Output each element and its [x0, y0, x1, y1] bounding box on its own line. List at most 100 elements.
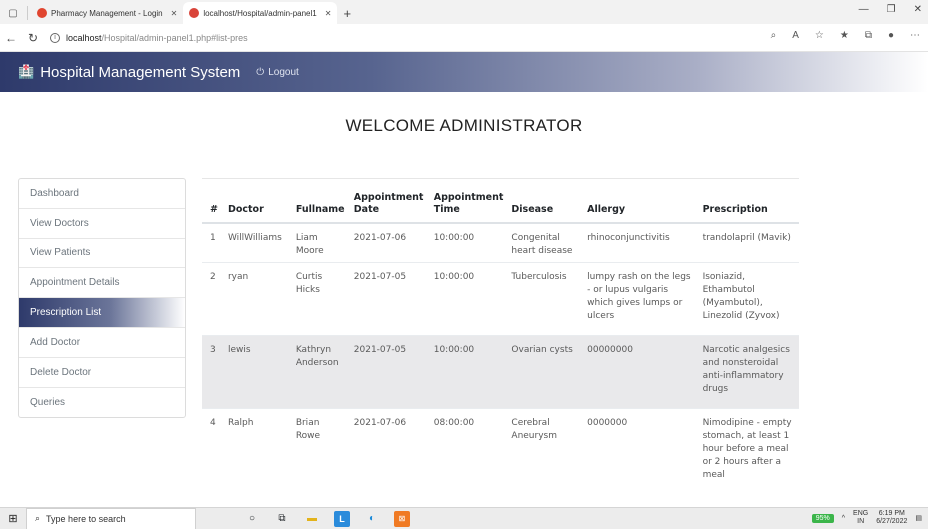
app-l-icon[interactable]: L — [334, 510, 350, 527]
table-cell: 4 — [202, 408, 224, 495]
table-cell: Liam Moore — [291, 222, 350, 263]
close-tab-icon[interactable]: ✕ — [171, 9, 178, 18]
browser-tab-hospital[interactable]: localhost/Hospital/admin-panel1 ✕ — [183, 2, 338, 24]
favorite-icon[interactable]: ☆ — [815, 30, 824, 41]
info-icon[interactable]: i — [50, 32, 60, 43]
url-field[interactable]: i localhost/Hospital/admin-panel1.php#li… — [50, 32, 248, 43]
hospital-icon: 🏥 — [18, 64, 35, 79]
table-cell: WillWilliams — [223, 222, 292, 263]
task-view-icon[interactable]: ⧉ — [274, 511, 290, 527]
logout-link[interactable]: ⏻ Logout — [256, 67, 299, 78]
sidebar: Dashboard View Doctors View Patients App… — [18, 178, 186, 419]
column-header: Disease — [507, 178, 584, 224]
browser-toolbar: ⌕ A ☆ ★ ⧉ ● ⋯ — [771, 30, 920, 41]
search-icon: ⌕ — [35, 513, 41, 523]
table-row: 2 ryan Curtis Hicks 2021-07-05 10:00:00 … — [202, 262, 799, 336]
sidebar-item-dashboard[interactable]: Dashboard — [19, 179, 185, 209]
table-cell: 10:00:00 — [429, 262, 508, 336]
sidebar-item-delete-doctor[interactable]: Delete Doctor — [19, 358, 185, 388]
xampp-icon[interactable]: ⊠ — [394, 510, 410, 527]
column-header: Allergy — [583, 178, 699, 224]
clock-date: 6/27/2022 — [876, 518, 908, 526]
system-tray: 95% ^ ENG IN 6:19 PM 6/27/2022 ▤ — [811, 510, 922, 526]
column-header: Appointment Time — [429, 178, 508, 224]
table-cell: 10:00:00 — [429, 222, 508, 263]
windows-start-icon[interactable]: ⊞ — [0, 512, 26, 525]
table-cell: trandolapril (Mavik) — [698, 222, 799, 263]
more-icon[interactable]: ⋯ — [910, 30, 920, 41]
table-cell: 10:00:00 — [429, 335, 508, 409]
column-header: Prescription — [698, 178, 799, 224]
table-cell: 0000000 — [583, 408, 699, 495]
brand[interactable]: 🏥 Hospital Management System — [18, 64, 240, 81]
new-tab-button[interactable]: + — [343, 6, 351, 21]
close-tab-icon[interactable]: ✕ — [325, 9, 332, 18]
close-window-icon[interactable]: ✕ — [914, 4, 922, 15]
hospital-favicon-icon — [189, 8, 200, 18]
battery-indicator[interactable]: 95% — [811, 513, 834, 523]
cortana-icon[interactable]: ○ — [244, 511, 260, 527]
table-cell: Narcotic analgesics and nonsteroidal ant… — [698, 335, 799, 409]
edge-browser-icon[interactable]: ◐ — [364, 511, 380, 527]
profile-icon[interactable]: ● — [888, 30, 894, 41]
sidebar-item-view-patients[interactable]: View Patients — [19, 239, 185, 269]
table-header-row: # Doctor Fullname Appointment Date Appoi… — [202, 178, 799, 224]
minimize-icon[interactable]: — — [859, 4, 869, 15]
prescription-table-container: # Doctor Fullname Appointment Date Appoi… — [202, 178, 799, 495]
region-code: IN — [857, 518, 865, 526]
table-cell: Ovarian cysts — [507, 335, 584, 409]
table-cell: 2021-07-06 — [349, 222, 430, 263]
table-cell: Congenital heart disease — [507, 222, 584, 263]
taskbar-apps: ○ ⧉ ▬ L ◐ ⊠ — [244, 510, 410, 527]
table-cell: Cerebral Aneurysm — [507, 408, 584, 495]
sidebar-item-prescription-list[interactable]: Prescription List — [19, 298, 185, 328]
logout-label: Logout — [268, 66, 299, 78]
search-page-icon[interactable]: ⌕ — [771, 30, 777, 41]
refresh-icon[interactable]: ↻ — [22, 31, 44, 45]
browser-tab-title: localhost/Hospital/admin-panel1 — [203, 8, 317, 18]
restore-icon[interactable]: ❐ — [887, 4, 896, 15]
collections-icon[interactable]: ⧉ — [865, 30, 872, 41]
sidebar-item-view-doctors[interactable]: View Doctors — [19, 209, 185, 239]
app-navbar: 🏥 Hospital Management System ⏻ Logout — [0, 52, 928, 92]
power-icon: ⏻ — [256, 66, 265, 78]
table-cell: Isoniazid, Ethambutol (Myambutol), Linez… — [698, 262, 799, 336]
taskbar-search-input[interactable]: ⌕ Type here to search — [26, 507, 196, 529]
table-cell: Ralph — [223, 408, 292, 495]
table-cell: 08:00:00 — [429, 408, 508, 495]
chevron-up-icon[interactable]: ^ — [842, 515, 845, 522]
clock[interactable]: 6:19 PM 6/27/2022 — [876, 510, 907, 526]
table-row: 4 Ralph Brian Rowe 2021-07-06 08:00:00 C… — [202, 408, 799, 495]
notification-icon[interactable]: ▤ — [915, 514, 922, 522]
table-cell: 1 — [202, 222, 224, 263]
table-cell: 2021-07-06 — [349, 408, 430, 495]
browser-tab-pharmacy[interactable]: Pharmacy Management - Login ✕ — [31, 2, 183, 24]
language-indicator[interactable]: ENG IN — [853, 510, 868, 526]
table-cell: 2021-07-05 — [349, 262, 430, 336]
read-aloud-icon[interactable]: A — [792, 30, 799, 41]
browser-tab-bar: ▢ Pharmacy Management - Login ✕ localhos… — [0, 0, 928, 24]
prescription-table: # Doctor Fullname Appointment Date Appoi… — [202, 178, 799, 495]
back-icon[interactable]: ← — [0, 31, 22, 45]
table-cell: Tuberculosis — [507, 262, 584, 336]
column-header: Fullname — [291, 178, 350, 224]
file-explorer-icon[interactable]: ▬ — [304, 511, 320, 527]
address-bar: ← ↻ i localhost/Hospital/admin-panel1.ph… — [0, 24, 928, 52]
tab-actions-icon[interactable]: ▢ — [2, 2, 24, 24]
table-cell: Brian Rowe — [291, 408, 350, 495]
clock-time: 6:19 PM — [878, 510, 905, 517]
os-taskbar: ⊞ ⌕ Type here to search ○ ⧉ ▬ L ◐ ⊠ 95% … — [0, 507, 928, 529]
sidebar-item-add-doctor[interactable]: Add Doctor — [19, 328, 185, 358]
column-header: Appointment Date — [349, 178, 430, 224]
sidebar-item-queries[interactable]: Queries — [19, 388, 185, 418]
table-row: 1 WillWilliams Liam Moore 2021-07-06 10:… — [202, 222, 799, 263]
tab-separator — [27, 6, 28, 20]
page-title: WELCOME ADMINISTRATOR — [345, 116, 583, 135]
favorites-list-icon[interactable]: ★ — [840, 30, 849, 41]
pharmacy-favicon-icon — [37, 8, 47, 18]
table-cell: rhinoconjunctivitis — [583, 222, 699, 263]
table-cell: lumpy rash on the legs - or lupus vulgar… — [583, 262, 699, 336]
sidebar-item-appointment-details[interactable]: Appointment Details — [19, 268, 185, 299]
url-path: /Hospital/admin-panel1.php#list-pres — [101, 32, 248, 43]
table-cell: Kathryn Anderson — [291, 335, 350, 409]
